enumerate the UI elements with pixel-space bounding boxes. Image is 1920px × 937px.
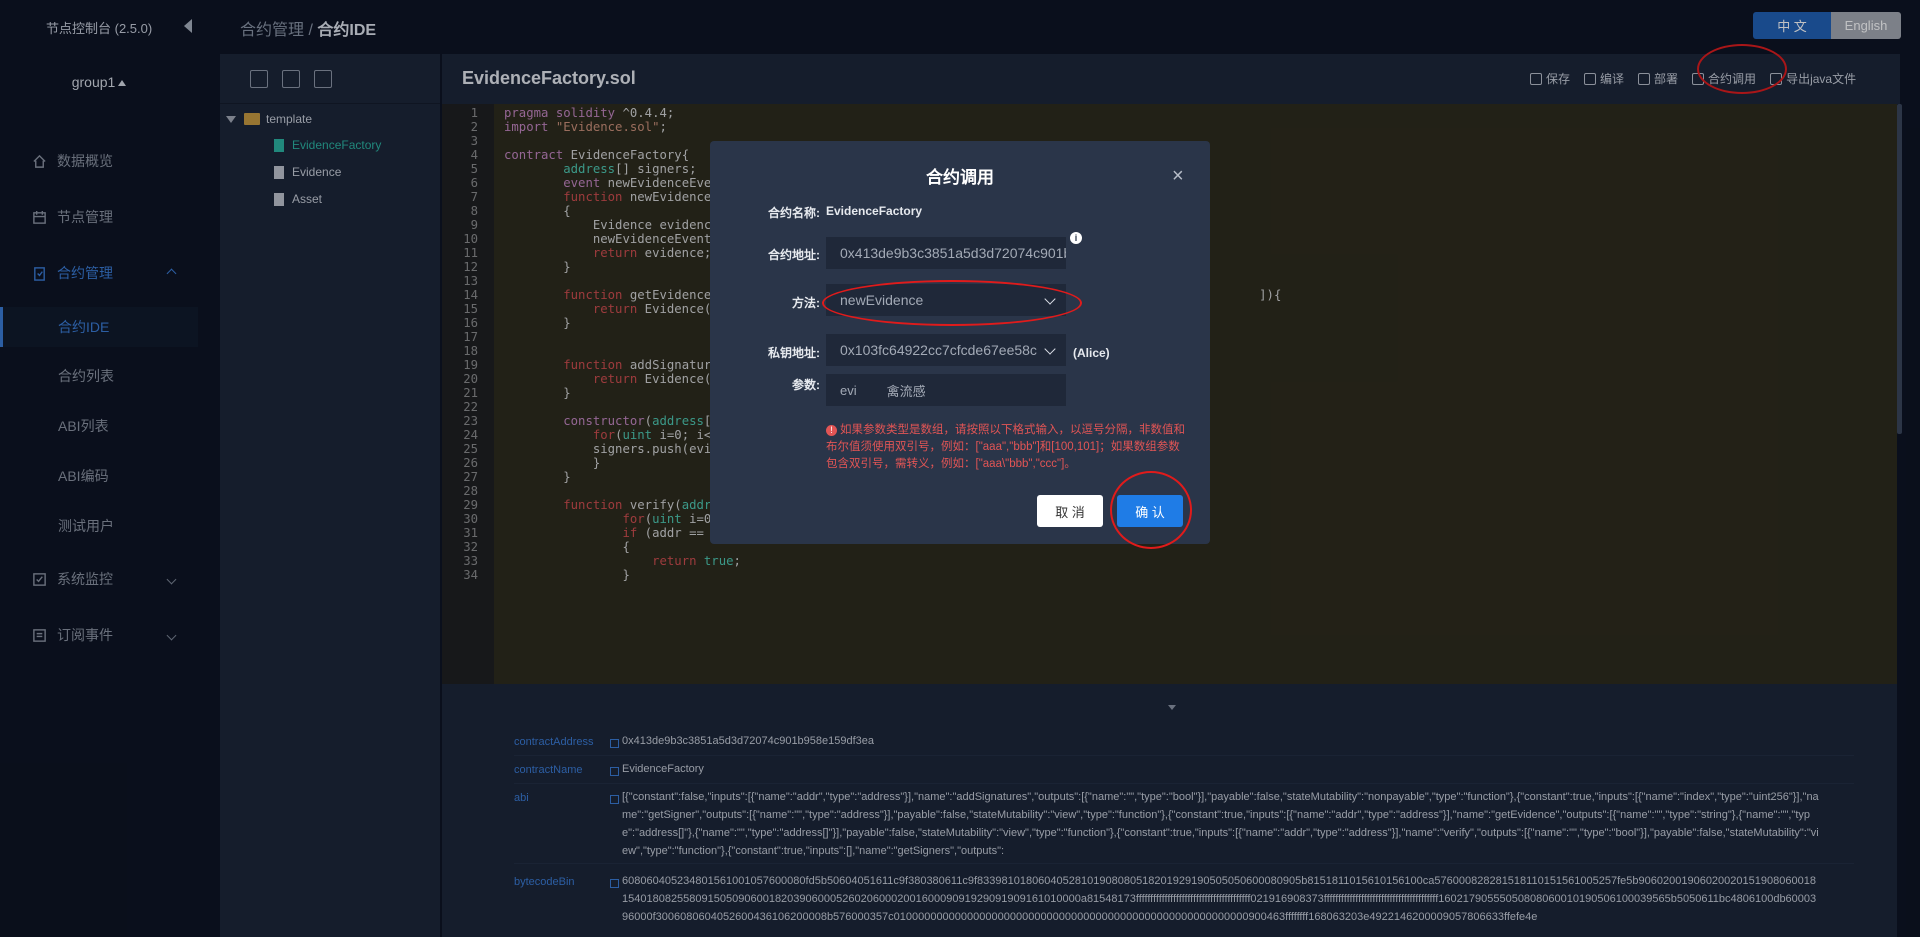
annotation-circle: [822, 280, 1082, 326]
params-input[interactable]: evi 禽流感: [826, 374, 1066, 406]
contract-name-value: EvidenceFactory: [826, 204, 923, 218]
param-1: evi: [840, 382, 857, 398]
info-icon[interactable]: i: [1070, 232, 1082, 244]
close-icon[interactable]: ×: [1172, 165, 1184, 188]
contract-address-input[interactable]: 0x413de9b3c3851a5d3d72074c901b958e159df3…: [826, 237, 1066, 269]
private-key-select[interactable]: 0x103fc64922cc7cfcde67ee58c: [826, 334, 1066, 366]
dialog-title: 合约调用: [926, 168, 994, 187]
chevron-down-icon: [1044, 343, 1056, 355]
annotation-circle: [1110, 471, 1192, 549]
array-format-warning: ! 如果参数类型是数组，请按照以下格式输入，以逗号分隔，非数值和布尔值须使用双引号…: [826, 424, 1185, 470]
param-2: 禽流感: [886, 383, 926, 399]
key-user-label: (Alice): [1073, 346, 1110, 360]
warning-icon: !: [826, 425, 837, 436]
contract-call-dialog: 合约调用 × 合约名称: EvidenceFactory 合约地址: 0x413…: [710, 141, 1210, 549]
cancel-button[interactable]: 取 消: [1037, 495, 1103, 527]
